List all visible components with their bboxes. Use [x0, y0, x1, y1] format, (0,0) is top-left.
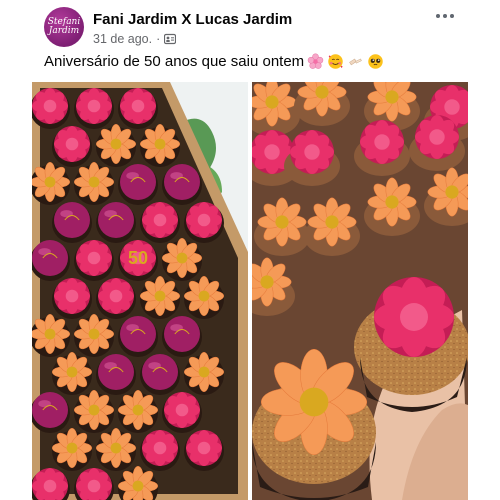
sweets-box-image: 50: [32, 82, 248, 500]
left-sweet-3-0: [54, 202, 90, 238]
avatar-text-line2: Jardim: [48, 26, 80, 36]
photo-left-sweets-box[interactable]: 50: [32, 82, 248, 500]
left-sweet-1-2: [139, 123, 181, 165]
rose-large-flower: [374, 277, 454, 357]
left-sweet-7-3: [183, 351, 225, 393]
pleading-face-emoji: [368, 54, 383, 69]
left-sweet-7-0: [51, 351, 93, 393]
meta-separator: ·: [156, 32, 161, 46]
left-sweet-7-1: [98, 354, 134, 390]
friends-icon[interactable]: [164, 33, 177, 45]
caption-text: Aniversário de 50 anos que saiu ontem: [44, 53, 305, 70]
clinking-glasses-emoji: [349, 58, 362, 66]
left-sweet-3-3: [185, 201, 223, 239]
right-bg-sweet-5: [290, 129, 334, 175]
left-sweet-7-2: [142, 354, 178, 390]
left-sweet-8-1: [73, 389, 115, 431]
right-bg-sweet-6: [360, 119, 404, 165]
left-sweet-9-0: [51, 427, 93, 469]
left-sweet-0-2: [120, 88, 156, 124]
left-sweet-4-3: [161, 237, 203, 279]
right-bg-sweet-10: [367, 177, 417, 227]
left-sweet-6-0: [32, 313, 71, 355]
left-sweet-2-2: [120, 164, 156, 200]
left-sweet-3-1: [98, 202, 134, 238]
left-sweet-9-1: [95, 427, 137, 469]
photo-right-closeup[interactable]: [252, 82, 468, 500]
left-sweet-4-0: [32, 240, 68, 276]
right-bg-sweet-7: [415, 115, 459, 159]
left-sweet-8-3: [163, 391, 201, 429]
left-sweet-6-3: [164, 316, 200, 352]
left-sweet-5-2: [139, 275, 181, 317]
author-name[interactable]: Fani Jardim X Lucas Jardim: [93, 11, 292, 28]
left-sweet-8-2: [117, 389, 159, 431]
left-sweet-6-1: [73, 313, 115, 355]
smiling-face-with-hearts-emoji: [328, 54, 343, 69]
photo-gallery: 50: [32, 82, 468, 500]
left-sweet-3-2: [142, 201, 178, 239]
post-date[interactable]: 31 de ago.: [93, 32, 152, 46]
left-sweet-4-1: [76, 239, 112, 277]
avatar[interactable]: Stefani Jardim: [44, 7, 84, 47]
left-sweet-5-3: [183, 275, 225, 317]
peach-large-flower: [260, 348, 368, 456]
left-sweet-2-3: [164, 164, 200, 200]
left-sweet-0-1: [76, 88, 112, 124]
post-caption: Aniversário de 50 anos que saiu ontem: [44, 53, 384, 70]
post-header: Stefani Jardim Fani Jardim X Lucas Jardi…: [0, 0, 500, 50]
left-sweet-2-0: [32, 161, 71, 203]
left-sweet-6-2: [120, 316, 156, 352]
left-sweet-0-0: [32, 88, 68, 124]
more-horizontal-icon[interactable]: [436, 9, 458, 23]
box-number-50: 50: [128, 248, 148, 268]
left-sweet-9-3: [185, 429, 223, 467]
cherry-blossom-emoji: [307, 53, 324, 69]
left-sweet-1-0: [54, 126, 90, 162]
right-bg-sweet-8: [257, 197, 307, 247]
closeup-image: [252, 82, 468, 500]
right-bg-sweet-9: [307, 197, 357, 247]
left-sweet-5-0: [54, 277, 90, 315]
left-sweet-5-1: [98, 277, 134, 315]
left-sweet-8-0: [32, 392, 68, 428]
left-sweet-9-2: [142, 429, 178, 467]
post-meta: 31 de ago. ·: [93, 32, 177, 46]
left-sweet-1-1: [95, 123, 137, 165]
left-sweet-2-1: [73, 161, 115, 203]
